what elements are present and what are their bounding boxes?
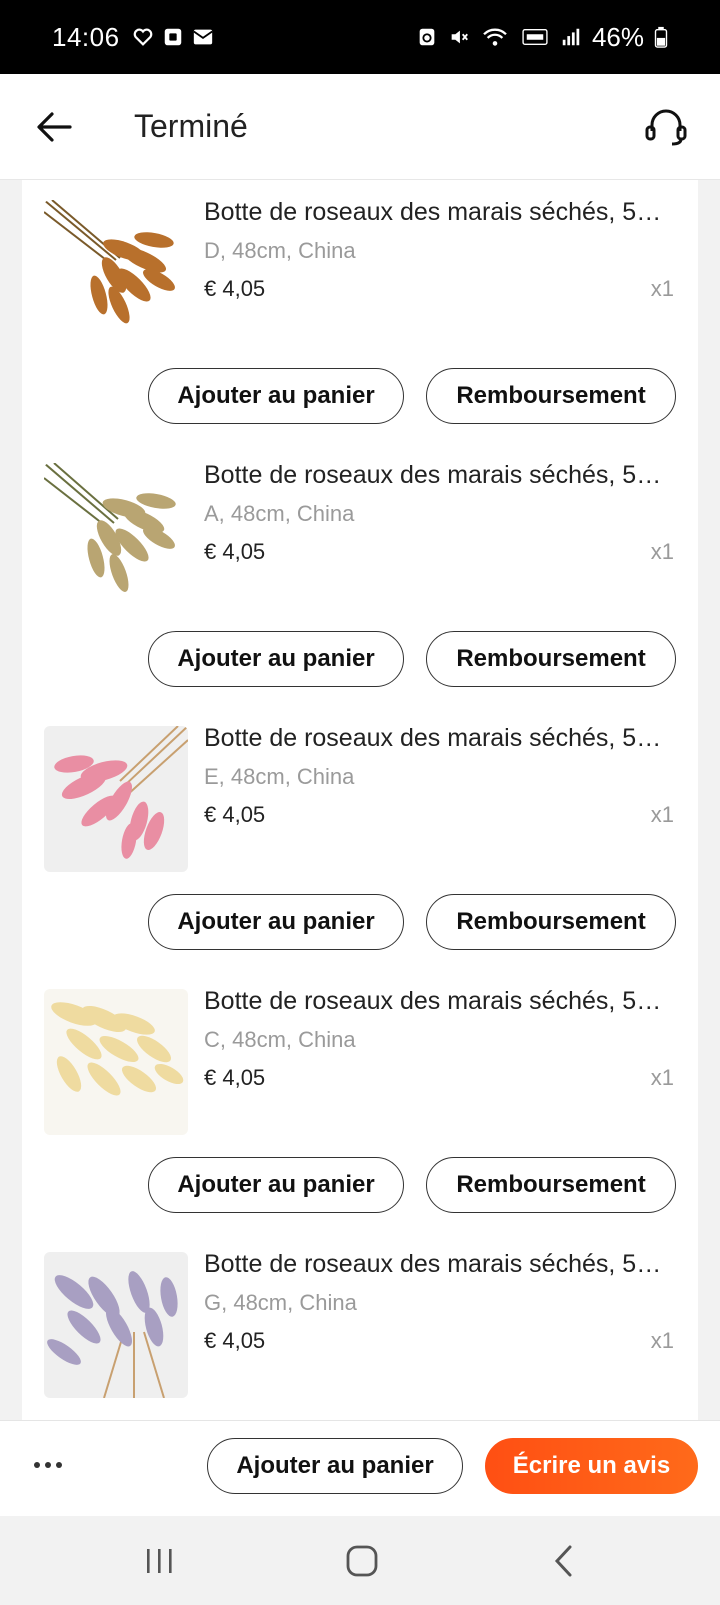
add-to-cart-button[interactable]: Ajouter au panier [148, 368, 404, 424]
customer-support-button[interactable] [642, 103, 690, 151]
mute-icon [451, 30, 468, 44]
product-variant: E, 48cm, China [204, 764, 355, 789]
product-variant: A, 48cm, China [204, 501, 355, 526]
wifi-icon [483, 28, 507, 46]
product-price: € 4,05 [204, 802, 266, 827]
recent-apps-icon [147, 1549, 172, 1573]
system-nav-bar [0, 1516, 720, 1605]
product-quantity: x1 [650, 1065, 674, 1090]
product-name[interactable]: Botte de roseaux des marais séchés, 50 p… [204, 724, 674, 753]
product-thumbnail[interactable] [44, 463, 188, 609]
product-variant: G, 48cm, China [204, 1290, 357, 1315]
more-dot [34, 1462, 40, 1468]
refund-button[interactable]: Remboursement [426, 894, 676, 950]
product-thumbnail[interactable] [44, 1252, 188, 1398]
page-title: Terminé [134, 108, 248, 144]
product-quantity: x1 [650, 276, 674, 301]
order-item: Botte de roseaux des marais séchés, 50 p… [22, 969, 698, 1238]
headset-icon [645, 109, 687, 145]
order-item: Botte de roseaux des marais séchés, 50 p… [22, 180, 698, 449]
status-left-icons [132, 26, 214, 48]
home-icon [346, 1545, 378, 1577]
order-item: Botte de roseaux des marais séchés, 50 p… [22, 706, 698, 975]
back-nav-button[interactable] [534, 1536, 594, 1586]
arrow-left-icon [37, 111, 72, 142]
home-button[interactable] [332, 1536, 392, 1586]
dried-grass-image [44, 200, 175, 324]
status-bar: 14:06 46% [0, 0, 720, 74]
volte-icon [522, 28, 548, 46]
write-review-button[interactable]: Écrire un avis [485, 1438, 698, 1494]
battery-icon [654, 26, 668, 48]
refund-button[interactable]: Remboursement [426, 1157, 676, 1213]
product-price: € 4,05 [204, 276, 266, 301]
refund-button[interactable]: Remboursement [426, 368, 676, 424]
product-name[interactable]: Botte de roseaux des marais séchés, 50 p… [204, 461, 674, 490]
order-item: Botte de roseaux des marais séchés, 50 p… [22, 443, 698, 712]
product-price: € 4,05 [204, 539, 266, 564]
product-name[interactable]: Botte de roseaux des marais séchés, 50 p… [204, 1250, 674, 1279]
product-variant: D, 48cm, China [204, 238, 356, 263]
product-quantity: x1 [650, 802, 674, 827]
add-to-cart-button[interactable]: Ajouter au panier [148, 894, 404, 950]
screen: 14:06 46% Terminé Botte de roseaux des m… [0, 0, 720, 1605]
more-options-button[interactable] [28, 1445, 68, 1485]
more-dot [56, 1462, 62, 1468]
dried-grass-image [44, 463, 176, 592]
heart-icon [133, 28, 152, 46]
product-quantity: x1 [650, 539, 674, 564]
product-thumbnail[interactable] [44, 726, 188, 872]
dried-grass-image [54, 726, 188, 859]
app-header: Terminé [0, 74, 720, 180]
chevron-left-icon [554, 1545, 572, 1577]
add-to-cart-button[interactable]: Ajouter au panier [148, 1157, 404, 1213]
order-items-list: Botte de roseaux des marais séchés, 50 p… [22, 180, 698, 1420]
recent-apps-button[interactable] [130, 1536, 190, 1586]
app-notification-icon [164, 28, 181, 46]
add-all-to-cart-button[interactable]: Ajouter au panier [207, 1438, 463, 1494]
bottom-action-bar: Ajouter au panier Écrire un avis [0, 1420, 720, 1516]
back-button[interactable] [24, 97, 84, 157]
product-price: € 4,05 [204, 1328, 266, 1353]
product-price: € 4,05 [204, 1065, 266, 1090]
battery-percent: 46% [591, 21, 644, 52]
product-name[interactable]: Botte de roseaux des marais séchés, 50 p… [204, 987, 674, 1016]
order-item: Botte de roseaux des marais séchés, 50 p… [22, 1232, 698, 1420]
lock-recycle-icon [419, 28, 435, 46]
status-time: 14:06 [52, 21, 120, 52]
product-thumbnail[interactable] [44, 200, 188, 346]
status-right-icons: 46% [416, 22, 668, 53]
dried-grass-image [51, 1002, 184, 1096]
add-to-cart-button[interactable]: Ajouter au panier [148, 631, 404, 687]
dried-grass-image [47, 1271, 178, 1398]
product-thumbnail[interactable] [44, 989, 188, 1135]
product-name[interactable]: Botte de roseaux des marais séchés, 50 p… [204, 198, 674, 227]
product-variant: C, 48cm, China [204, 1027, 356, 1052]
product-quantity: x1 [650, 1328, 674, 1353]
signal-icon [562, 28, 580, 46]
more-dot [45, 1462, 51, 1468]
mail-icon [192, 29, 213, 45]
refund-button[interactable]: Remboursement [426, 631, 676, 687]
